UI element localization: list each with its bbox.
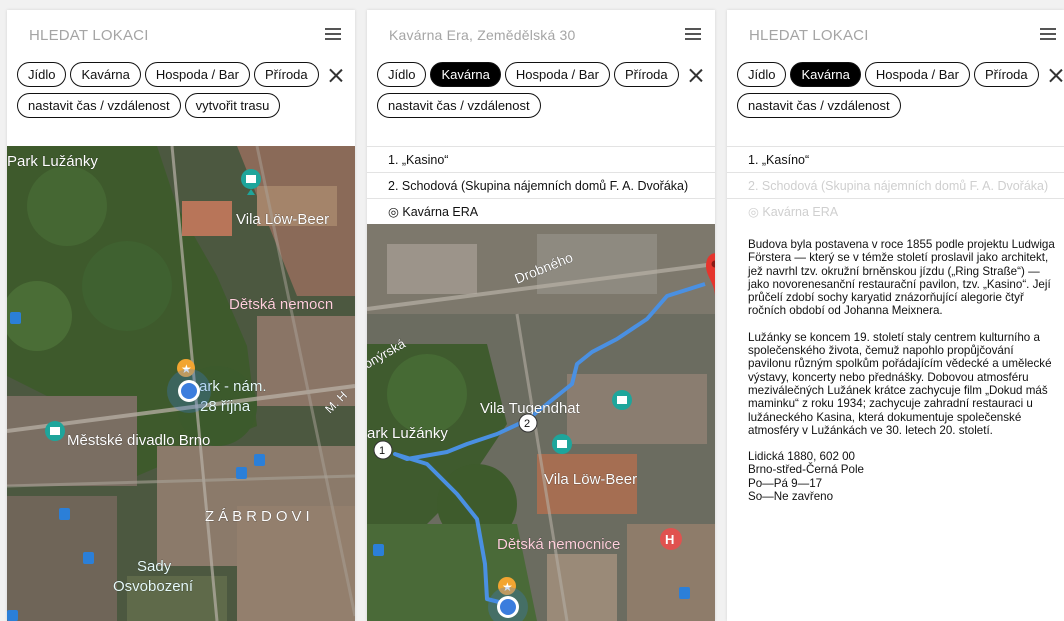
opening-hours-weekday: Po—Pá 9—17	[748, 476, 823, 490]
map-label: Vila Löw-Beer	[544, 471, 637, 488]
chip-nature[interactable]: Příroda	[254, 62, 319, 87]
route-destination[interactable]: ◎ Kavárna ERA	[727, 198, 1064, 224]
description-paragraph: Budova byla postavena v roce 1855 podle …	[748, 238, 1055, 318]
svg-text:H: H	[665, 532, 674, 547]
opening-hours-weekend: So—Ne zavřeno	[748, 490, 834, 504]
map-view[interactable]: Drobného onýrská Vila Tugendhat ark Lužá…	[367, 224, 715, 621]
map-label: ark Lužánky	[367, 425, 448, 442]
chip-pub-bar[interactable]: Hospoda / Bar	[144, 62, 250, 87]
route-stop-2[interactable]: 2. Schodová (Skupina nájemních domů F. A…	[367, 172, 715, 198]
search-bar[interactable]: HLEDAT LOKACI	[749, 22, 1056, 48]
address-district: Brno-střed-Černá Pole	[748, 463, 864, 477]
chip-food[interactable]: Jídlo	[737, 62, 787, 87]
chip-time-distance[interactable]: nastavit čas / vzdálenost	[377, 93, 541, 118]
route-stop-2[interactable]: 2. Schodová (Skupina nájemních domů F. A…	[727, 172, 1064, 198]
map-label: ZÁBRDOVI	[205, 508, 314, 525]
map-label: Dětská nemocnice	[497, 536, 620, 553]
map-label: Sady	[137, 558, 172, 575]
filter-chips: Jídlo Kavárna Hospoda / Bar Příroda nast…	[377, 62, 711, 124]
museum-poi-icon[interactable]	[552, 434, 572, 454]
close-icon[interactable]	[327, 66, 345, 84]
svg-text:2: 2	[524, 418, 530, 430]
address-block: Lidická 1880, 602 00 Brno-střed-Černá Po…	[748, 450, 1056, 503]
panel-route: Kavárna Era, Zemědělská 30 Jídlo Kavárna…	[367, 10, 715, 621]
route-stop-list: 1. „Kasíno“ 2. Schodová (Skupina nájemní…	[727, 146, 1064, 224]
theatre-poi-icon[interactable]	[45, 421, 65, 441]
menu-icon[interactable]	[325, 28, 341, 40]
menu-icon[interactable]	[1040, 28, 1056, 40]
chip-create-route[interactable]: vytvořit trasu	[184, 93, 281, 118]
map-view[interactable]: Park Lužánky Vila Löw-Beer Dětská nemocn…	[7, 146, 355, 621]
castle-poi-icon[interactable]	[612, 390, 632, 410]
app-stage: HLEDAT LOKACI Jídlo Kavárna Hospoda / Ba…	[0, 0, 1064, 621]
chip-food[interactable]: Jídlo	[17, 62, 67, 87]
address-line: Lidická 1880, 602 00	[748, 450, 856, 464]
route-stop-1[interactable]: 1. „Kasino“	[367, 146, 715, 172]
route-stop-list: 1. „Kasino“ 2. Schodová (Skupina nájemní…	[367, 146, 715, 224]
search-bar[interactable]: Kavárna Era, Zemědělská 30	[389, 22, 701, 48]
route-destination[interactable]: ◎ Kavárna ERA	[367, 198, 715, 224]
map-canvas[interactable]: Drobného onýrská Vila Tugendhat ark Lužá…	[367, 224, 715, 621]
chip-pub-bar[interactable]: Hospoda / Bar	[864, 62, 970, 87]
chip-time-distance[interactable]: nastavit čas / vzdálenost	[737, 93, 901, 118]
route-marker-1[interactable]: 1	[373, 440, 393, 460]
map-label: Vila Löw-Beer	[236, 211, 329, 228]
current-location-icon	[167, 369, 211, 413]
close-icon[interactable]	[687, 66, 705, 84]
panel-search-map: HLEDAT LOKACI Jídlo Kavárna Hospoda / Ba…	[7, 10, 355, 621]
chip-food[interactable]: Jídlo	[377, 62, 427, 87]
map-label: Park Lužánky	[7, 153, 98, 170]
chip-pub-bar[interactable]: Hospoda / Bar	[504, 62, 610, 87]
menu-icon[interactable]	[685, 28, 701, 40]
chip-cafe[interactable]: Kavárna	[70, 62, 141, 87]
description-paragraph: Lužánky se koncem 19. století staly cent…	[748, 330, 1052, 437]
chip-nature[interactable]: Příroda	[974, 62, 1039, 87]
svg-text:1: 1	[379, 445, 385, 457]
search-bar[interactable]: HLEDAT LOKACI	[29, 22, 341, 48]
map-label: Dětská nemocn	[229, 296, 333, 313]
chip-cafe-active[interactable]: Kavárna	[430, 62, 501, 87]
hospital-poi-icon[interactable]: H	[660, 528, 682, 550]
location-description: Budova byla postavena v roce 1855 podle …	[748, 238, 1056, 503]
map-canvas[interactable]: Park Lužánky Vila Löw-Beer Dětská nemocn…	[7, 146, 355, 621]
filter-chips: Jídlo Kavárna Hospoda / Bar Příroda nast…	[17, 62, 351, 124]
route-stop-1[interactable]: 1. „Kasíno“	[727, 146, 1064, 172]
chip-cafe-active[interactable]: Kavárna	[790, 62, 861, 87]
panel-location-detail: HLEDAT LOKACI Jídlo Kavárna Hospoda / Ba…	[727, 10, 1064, 621]
map-label: Osvobození	[113, 578, 194, 595]
route-marker-2[interactable]: 2	[518, 413, 538, 433]
filter-chips: Jídlo Kavárna Hospoda / Bar Příroda nast…	[737, 62, 1060, 124]
close-icon[interactable]	[1047, 66, 1060, 84]
search-input[interactable]: HLEDAT LOKACI	[29, 27, 149, 44]
map-label: Městské divadlo Brno	[67, 432, 210, 449]
chip-time-distance[interactable]: nastavit čas / vzdálenost	[17, 93, 181, 118]
search-input[interactable]: HLEDAT LOKACI	[749, 27, 869, 44]
chip-nature[interactable]: Příroda	[614, 62, 679, 87]
selected-location-title[interactable]: Kavárna Era, Zemědělská 30	[389, 27, 576, 43]
